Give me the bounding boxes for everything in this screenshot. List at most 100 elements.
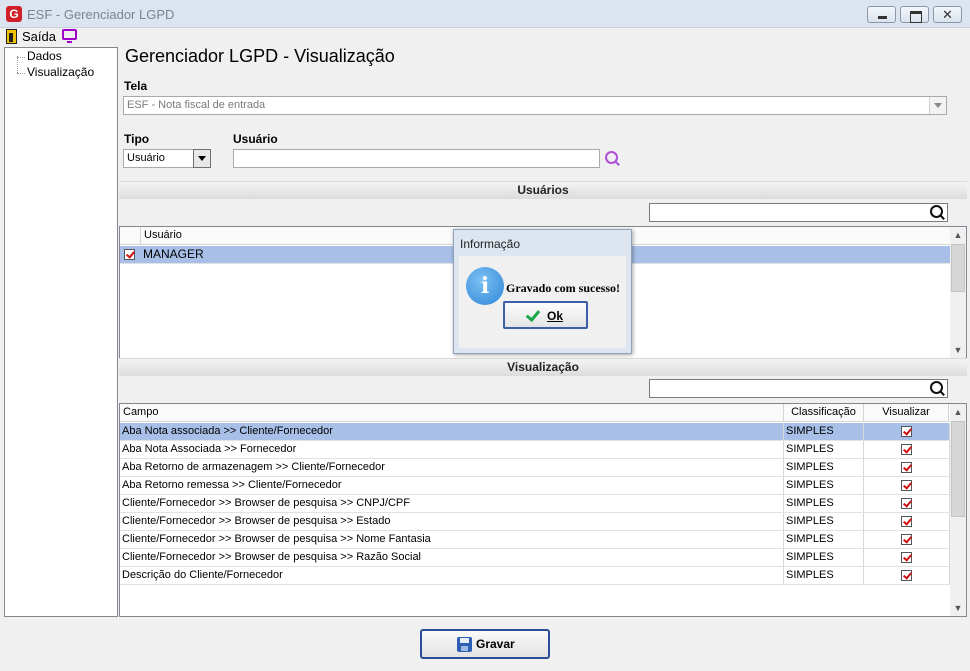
- classificacao-cell: SIMPLES: [784, 531, 864, 548]
- scroll-thumb[interactable]: [951, 421, 965, 517]
- chevron-up-icon[interactable]: ▲: [950, 404, 966, 420]
- table-row[interactable]: Aba Nota associada >> Cliente/Fornecedor…: [120, 423, 950, 441]
- campo-cell: Cliente/Fornecedor >> Browser de pesquis…: [120, 513, 784, 530]
- tela-label: Tela: [124, 79, 148, 93]
- chevron-down-icon[interactable]: [929, 97, 946, 114]
- visualizar-checkbox[interactable]: [901, 552, 912, 563]
- search-icon[interactable]: [929, 380, 947, 398]
- visualizar-cell: [864, 513, 950, 530]
- header-cell: [120, 227, 141, 245]
- visualizar-checkbox[interactable]: [901, 480, 912, 491]
- dialog-body: i Gravado com sucesso! Ok: [459, 256, 626, 348]
- campo-cell: Aba Retorno remessa >> Cliente/Fornecedo…: [120, 477, 784, 494]
- info-dialog: Informação i Gravado com sucesso! Ok: [453, 229, 632, 354]
- users-filter-input[interactable]: [649, 203, 948, 222]
- visualizar-cell: [864, 567, 950, 584]
- maximize-button[interactable]: [900, 6, 929, 23]
- app-logo-icon: G: [6, 6, 22, 22]
- visualizar-column-header[interactable]: Visualizar: [864, 404, 949, 422]
- visualizar-cell: [864, 423, 950, 440]
- visualizar-cell: [864, 441, 950, 458]
- menu-bar: Saída: [0, 28, 970, 46]
- usuario-label: Usuário: [233, 132, 278, 146]
- visualizar-cell: [864, 459, 950, 476]
- classificacao-cell: SIMPLES: [784, 441, 864, 458]
- visualizar-cell: [864, 549, 950, 566]
- visualizar-checkbox[interactable]: [901, 462, 912, 473]
- table-row[interactable]: Cliente/Fornecedor >> Browser de pesquis…: [120, 549, 950, 567]
- visualizar-cell: [864, 531, 950, 548]
- campo-cell: Aba Retorno de armazenagem >> Cliente/Fo…: [120, 459, 784, 476]
- visualizar-checkbox[interactable]: [901, 516, 912, 527]
- tree-item-dados[interactable]: Dados: [27, 49, 62, 63]
- info-icon: i: [466, 267, 504, 305]
- save-button-label: Gravar: [476, 637, 515, 651]
- table-row[interactable]: Cliente/Fornecedor >> Browser de pesquis…: [120, 513, 950, 531]
- tela-select-value: ESF - Nota fiscal de entrada: [127, 99, 266, 111]
- visualizar-checkbox[interactable]: [901, 426, 912, 437]
- exit-menu-item[interactable]: Saída: [22, 29, 56, 44]
- restore-icon: [901, 7, 928, 23]
- tela-select[interactable]: ESF - Nota fiscal de entrada: [123, 96, 947, 115]
- users-scrollbar[interactable]: ▲ ▼: [950, 227, 966, 358]
- chevron-down-icon[interactable]: ▼: [950, 600, 966, 616]
- save-button[interactable]: Gravar: [420, 629, 550, 659]
- close-button[interactable]: ✕: [933, 6, 962, 23]
- tree-item-visualizacao[interactable]: Visualização: [27, 65, 94, 79]
- users-section-header: Usuários: [119, 181, 967, 199]
- classificacao-cell: SIMPLES: [784, 477, 864, 494]
- chevron-down-icon[interactable]: ▼: [950, 342, 966, 358]
- classificacao-cell: SIMPLES: [784, 495, 864, 512]
- table-row[interactable]: Cliente/Fornecedor >> Browser de pesquis…: [120, 495, 950, 513]
- visualizar-checkbox[interactable]: [901, 534, 912, 545]
- visualizar-cell: [864, 477, 950, 494]
- visualizar-cell: [864, 495, 950, 512]
- monitor-icon[interactable]: [62, 29, 77, 43]
- exit-door-icon[interactable]: [6, 29, 17, 44]
- tipo-select[interactable]: Usuário: [123, 149, 211, 168]
- classificacao-cell: SIMPLES: [784, 567, 864, 584]
- checkmark-icon: [525, 306, 541, 323]
- chevron-up-icon[interactable]: ▲: [950, 227, 966, 243]
- usuario-input[interactable]: [233, 149, 600, 168]
- tipo-label: Tipo: [124, 132, 150, 146]
- close-icon: ✕: [942, 7, 953, 22]
- view-scrollbar[interactable]: ▲ ▼: [950, 404, 966, 616]
- visualizar-checkbox[interactable]: [901, 498, 912, 509]
- scroll-thumb[interactable]: [951, 244, 965, 292]
- visualizar-checkbox[interactable]: [901, 444, 912, 455]
- campo-cell: Cliente/Fornecedor >> Browser de pesquis…: [120, 531, 784, 548]
- dialog-title: Informação: [460, 237, 521, 251]
- tree-connector: [17, 57, 25, 58]
- minimize-button[interactable]: [867, 6, 896, 23]
- table-row[interactable]: Cliente/Fornecedor >> Browser de pesquis…: [120, 531, 950, 549]
- campo-cell: Cliente/Fornecedor >> Browser de pesquis…: [120, 495, 784, 512]
- title-bar: G ESF - Gerenciador LGPD ✕: [0, 0, 970, 28]
- classificacao-cell: SIMPLES: [784, 513, 864, 530]
- table-row[interactable]: Aba Retorno remessa >> Cliente/Fornecedo…: [120, 477, 950, 495]
- view-grid: Campo Classificação Visualizar Aba Nota …: [119, 403, 967, 617]
- classificacao-cell: SIMPLES: [784, 423, 864, 440]
- table-row[interactable]: Descrição do Cliente/Fornecedor SIMPLES: [120, 567, 950, 585]
- campo-cell: Cliente/Fornecedor >> Browser de pesquis…: [120, 549, 784, 566]
- floppy-disk-icon: [457, 637, 472, 652]
- view-section-header: Visualização: [119, 358, 967, 376]
- view-filter-input[interactable]: [649, 379, 948, 398]
- minimize-icon: [868, 7, 895, 22]
- classificacao-column-header[interactable]: Classificação: [784, 404, 864, 422]
- ok-button[interactable]: Ok: [503, 301, 588, 329]
- chevron-down-icon[interactable]: [193, 149, 211, 168]
- row-checkbox[interactable]: [124, 249, 135, 260]
- window-title: ESF - Gerenciador LGPD: [27, 7, 175, 22]
- table-row[interactable]: Aba Nota Associada >> Fornecedor SIMPLES: [120, 441, 950, 459]
- tree-connector: [17, 56, 18, 73]
- visualizar-checkbox[interactable]: [901, 570, 912, 581]
- navigation-tree: Dados Visualização: [4, 47, 118, 617]
- campo-cell: Aba Nota associada >> Cliente/Fornecedor: [120, 423, 784, 440]
- search-icon[interactable]: [929, 204, 947, 222]
- table-row[interactable]: Aba Retorno de armazenagem >> Cliente/Fo…: [120, 459, 950, 477]
- campo-cell: Aba Nota Associada >> Fornecedor: [120, 441, 784, 458]
- tipo-select-value: Usuário: [127, 152, 165, 164]
- campo-column-header[interactable]: Campo: [120, 404, 784, 422]
- search-icon[interactable]: [604, 150, 622, 168]
